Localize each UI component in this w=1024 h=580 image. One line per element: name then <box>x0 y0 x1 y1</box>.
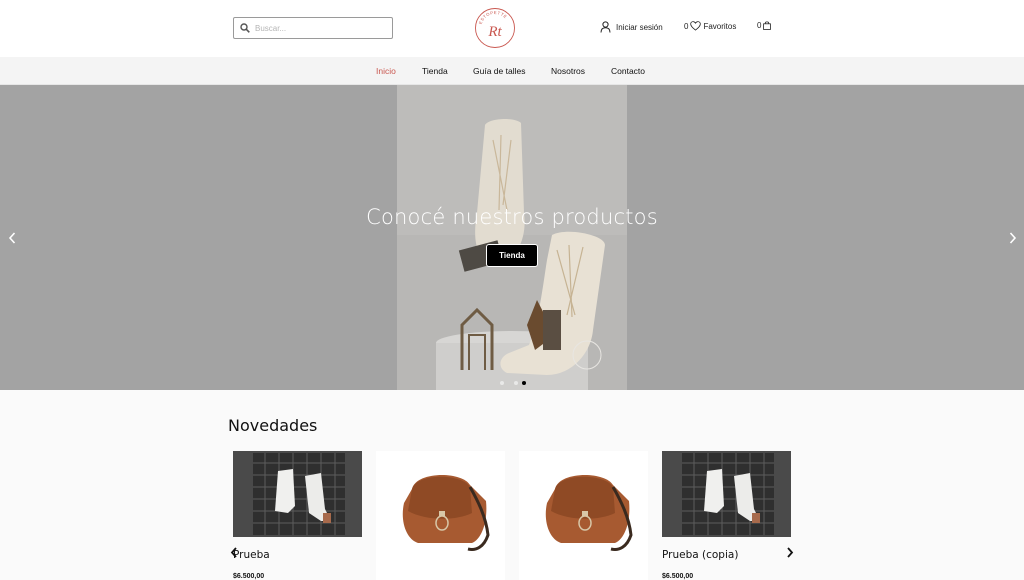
site-header: ESTOPETTE Rt Iniciar sesión 0 Favoritos … <box>0 0 1024 57</box>
product-card[interactable]: Prueba (copia) $6.500,00 <box>662 451 791 580</box>
svg-text:Rt: Rt <box>487 24 502 40</box>
login-label: Iniciar sesión <box>616 22 663 32</box>
section-title-novedades: Novedades <box>228 416 318 435</box>
heart-icon <box>690 21 702 31</box>
carousel-next-arrow[interactable] <box>786 545 794 558</box>
product-name[interactable]: Prueba (copia) <box>662 549 738 561</box>
favorites-count: 0 <box>684 21 689 31</box>
main-nav: Inicio Tienda Guía de talles Nosotros Co… <box>0 57 1024 85</box>
shopping-bag-icon <box>763 21 772 30</box>
hero-dot-2[interactable] <box>514 381 518 385</box>
nav-item-tienda[interactable]: Tienda <box>422 66 448 76</box>
hero-prev-arrow[interactable] <box>7 231 17 245</box>
search-input[interactable] <box>255 23 385 33</box>
hero-image <box>397 85 627 390</box>
chevron-left-icon <box>8 232 16 244</box>
hero-dot-3[interactable] <box>522 381 526 385</box>
cart-link[interactable]: 0 <box>757 21 772 30</box>
search-box[interactable] <box>233 17 393 39</box>
svg-text:ESTOPETTE: ESTOPETTE <box>478 10 509 25</box>
product-card[interactable]: Prueba $6.500,00 <box>233 451 362 580</box>
brand-logo[interactable]: ESTOPETTE Rt <box>474 7 516 49</box>
product-image[interactable] <box>233 451 362 537</box>
product-price: $6.500,00 <box>662 573 694 580</box>
login-link[interactable]: Iniciar sesión <box>600 21 663 33</box>
hero-shop-button[interactable]: Tienda <box>486 244 538 267</box>
nav-item-inicio[interactable]: Inicio <box>376 66 396 76</box>
hero-dot-1[interactable] <box>500 381 504 385</box>
product-price: $6.500,00 <box>233 573 265 580</box>
nav-item-guia-de-talles[interactable]: Guía de talles <box>473 66 525 76</box>
user-icon <box>600 21 611 33</box>
cart-count: 0 <box>757 21 762 30</box>
favorites-label: Favoritos <box>703 21 737 31</box>
nav-item-nosotros[interactable]: Nosotros <box>551 66 585 76</box>
product-name[interactable]: Prueba <box>233 549 270 561</box>
search-icon <box>240 23 250 33</box>
chevron-right-icon <box>787 547 794 558</box>
chevron-left-icon <box>230 547 237 558</box>
hero-next-arrow[interactable] <box>1008 231 1018 245</box>
hero-pagination <box>500 381 526 385</box>
hero-slider: Conocé nuestros productos Tienda <box>0 85 1024 390</box>
product-image[interactable] <box>376 451 505 580</box>
nav-item-contacto[interactable]: Contacto <box>611 66 645 76</box>
product-image[interactable] <box>519 451 648 580</box>
favorites-link[interactable]: 0 Favoritos <box>684 21 736 31</box>
product-card[interactable] <box>519 451 648 580</box>
carousel-prev-arrow[interactable] <box>230 545 238 558</box>
chevron-right-icon <box>1009 232 1017 244</box>
product-card[interactable] <box>376 451 505 580</box>
hero-title: Conocé nuestros productos <box>366 205 658 229</box>
product-image[interactable] <box>662 451 791 537</box>
